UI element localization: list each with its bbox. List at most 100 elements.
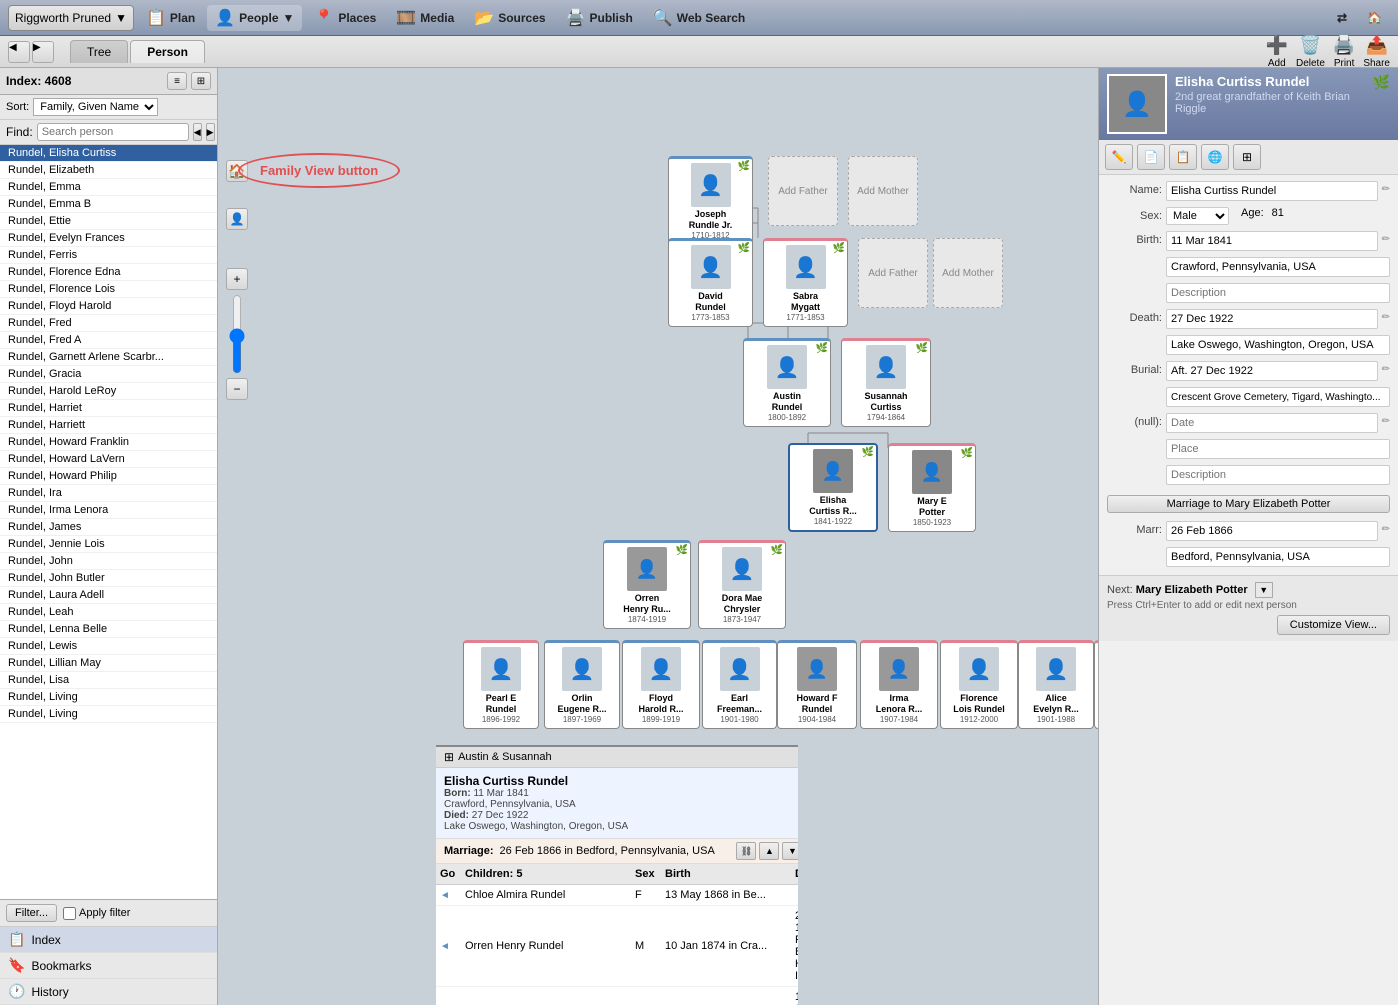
filter-button[interactable]: Filter... <box>6 904 57 922</box>
delete-button[interactable]: 🗑️ Delete <box>1296 35 1325 69</box>
places-menu[interactable]: 📍 Places <box>306 5 384 31</box>
person-floyd[interactable]: 👤 FloydHarold R... 1899-1919 <box>622 640 700 729</box>
burial-edit-icon[interactable]: ✏ <box>1382 361 1390 375</box>
person-orlin[interactable]: 👤 OrlinEugene R... 1897-1969 <box>544 640 620 729</box>
publish-menu[interactable]: 🖨️ Publish <box>558 5 641 31</box>
person-list-item[interactable]: Rundel, Jennie Lois <box>0 536 217 553</box>
back-btn[interactable]: ◀ <box>8 41 30 63</box>
person-alice[interactable]: 👤 AliceEvelyn R... 1901-1988 <box>1018 640 1094 729</box>
panel-edit-btn[interactable]: ✏️ <box>1105 144 1133 170</box>
nav-item-history[interactable]: 🕐History <box>0 979 217 1005</box>
person-list-item[interactable]: Rundel, Ferris <box>0 247 217 264</box>
person-howard-f[interactable]: 👤 Howard FRundel 1904-1984 <box>777 640 857 729</box>
person-list-item[interactable]: Rundel, Emma B <box>0 196 217 213</box>
person-florence[interactable]: 👤 FlorenceLois Rundel 1912-2000 <box>940 640 1018 729</box>
birth-date[interactable] <box>1166 231 1378 251</box>
panel-source-btn[interactable]: 📄 <box>1137 144 1165 170</box>
marr-btn3[interactable]: ▼ <box>782 842 798 860</box>
burial-date[interactable] <box>1166 361 1378 381</box>
death-place[interactable] <box>1166 335 1390 355</box>
person-list-item[interactable]: Rundel, Florence Lois <box>0 281 217 298</box>
person-joseph[interactable]: 👤 JosephRundle Jr. 1710-1812 🌿 <box>668 156 753 245</box>
person-list-item[interactable]: Rundel, Living <box>0 706 217 723</box>
person-list-item[interactable]: Rundel, Howard Philip <box>0 468 217 485</box>
add-button[interactable]: ➕ Add <box>1266 35 1288 69</box>
null-desc[interactable] <box>1166 465 1390 485</box>
panel-web-btn[interactable]: 🌐 <box>1201 144 1229 170</box>
fwd-btn[interactable]: ▶ <box>32 41 54 63</box>
person-list-item[interactable]: Rundel, Harriet <box>0 400 217 417</box>
person-orren[interactable]: 👤 OrrenHenry Ru... 1874-1919 🌿 <box>603 540 691 629</box>
burial-place[interactable] <box>1166 387 1390 407</box>
nav-item-index[interactable]: 📋Index <box>0 927 217 953</box>
marr-btn2[interactable]: ▲ <box>759 842 779 860</box>
panel-more-btn[interactable]: ⊞ <box>1233 144 1261 170</box>
add-mother-gen2r[interactable]: Add Mother <box>933 238 1003 308</box>
person-list-item[interactable]: Rundel, Irma Lenora <box>0 502 217 519</box>
share-button[interactable]: 📤 Share <box>1363 35 1390 69</box>
tab-tree[interactable]: Tree <box>70 40 128 63</box>
sort-select[interactable]: Family, Given Name <box>33 98 158 116</box>
person-david[interactable]: 👤 DavidRundel 1773-1853 🌿 <box>668 238 753 327</box>
person-list-item[interactable]: Rundel, Harold LeRoy <box>0 383 217 400</box>
child-row[interactable]: ◄ Samuel Berton Rundel M 11 Nov 1878 in … <box>436 987 798 1005</box>
person-pearl[interactable]: 👤 Pearl ERundel 1896-1992 <box>463 640 539 729</box>
child-row[interactable]: ◄ Orren Henry Rundel M 10 Jan 1874 in Cr… <box>436 906 798 987</box>
marriage-btn[interactable]: Marriage to Mary Elizabeth Potter <box>1107 495 1390 513</box>
person-list-item[interactable]: Rundel, Florence Edna <box>0 264 217 281</box>
customize-btn[interactable]: Customize View... <box>1277 615 1390 635</box>
person-list-item[interactable]: Rundel, Harriett <box>0 417 217 434</box>
sidebar-view-btn2[interactable]: ⊞ <box>191 72 211 90</box>
person-list-item[interactable]: Rundel, Leah <box>0 604 217 621</box>
birth-edit-icon[interactable]: ✏ <box>1382 231 1390 245</box>
person-austin[interactable]: 👤 AustinRundel 1800-1892 🌿 <box>743 338 831 427</box>
apply-filter-checkbox[interactable] <box>63 907 76 920</box>
null-date[interactable] <box>1166 413 1378 433</box>
person-list-item[interactable]: Rundel, Lenna Belle <box>0 621 217 638</box>
null-place[interactable] <box>1166 439 1390 459</box>
marr-place[interactable] <box>1166 547 1390 567</box>
zoom-out-btn[interactable]: − <box>226 378 248 400</box>
marr-btn1[interactable]: ⛓ <box>736 842 756 860</box>
person-list-item[interactable]: Rundel, Fred A <box>0 332 217 349</box>
search-input[interactable] <box>37 123 189 141</box>
family-view-callout[interactable]: Family View button <box>238 153 400 188</box>
name-edit-icon[interactable]: ✏ <box>1382 181 1390 195</box>
person-list-item[interactable]: Rundel, Gracia <box>0 366 217 383</box>
person-susannah[interactable]: 👤 SusannahCurtiss 1794-1864 🌿 <box>841 338 931 427</box>
null-edit-icon[interactable]: ✏ <box>1382 413 1390 427</box>
person-list-item[interactable]: Rundel, Howard Franklin <box>0 434 217 451</box>
person-list-item[interactable]: Rundel, Elisha Curtiss <box>0 145 217 162</box>
person-list-item[interactable]: Rundel, John Butler <box>0 570 217 587</box>
person-list-item[interactable]: Rundel, James <box>0 519 217 536</box>
child-row[interactable]: ◄ Chloe Almira Rundel F 13 May 1868 in B… <box>436 885 798 906</box>
name-input[interactable] <box>1166 181 1378 201</box>
home-menu-btn[interactable]: 🏠 <box>1359 5 1390 31</box>
person-dora[interactable]: 👤 Dora MaeChrysler 1873-1947 🌿 <box>698 540 786 629</box>
print-button[interactable]: 🖨️ Print <box>1333 35 1355 69</box>
nav-item-bookmarks[interactable]: 🔖Bookmarks <box>0 953 217 979</box>
person-list-item[interactable]: Rundel, John <box>0 553 217 570</box>
person-list-item[interactable]: Rundel, Laura Adell <box>0 587 217 604</box>
tree-nav-person[interactable]: 👤 <box>226 208 248 230</box>
person-mary-e[interactable]: 👤 Mary EPotter 1850-1923 🌿 <box>888 443 976 532</box>
person-list-item[interactable]: Rundel, Lillian May <box>0 655 217 672</box>
person-irma[interactable]: 👤 IrmaLenora R... 1907-1984 <box>860 640 938 729</box>
death-date[interactable] <box>1166 309 1378 329</box>
websearch-menu[interactable]: 🔍 Web Search <box>645 5 753 31</box>
person-list-item[interactable]: Rundel, Fred <box>0 315 217 332</box>
person-list-item[interactable]: Rundel, Lisa <box>0 672 217 689</box>
person-earl[interactable]: 👤 EarlFreeman... 1901-1980 <box>702 640 777 729</box>
person-list-item[interactable]: Rundel, Lewis <box>0 638 217 655</box>
sources-menu[interactable]: 📂 Sources <box>466 5 553 31</box>
zoom-slider[interactable] <box>227 294 247 374</box>
person-list-item[interactable]: Rundel, Ira <box>0 485 217 502</box>
sidebar-view-btn1[interactable]: ≡ <box>167 72 187 90</box>
sex-select[interactable]: MaleFemale <box>1166 207 1229 225</box>
person-sabra[interactable]: 👤 SabraMygatt 1771-1853 🌿 <box>763 238 848 327</box>
add-father-gen3[interactable]: Add Father <box>768 156 838 226</box>
person-list-item[interactable]: Rundel, Living <box>0 689 217 706</box>
apply-filter-label[interactable]: Apply filter <box>63 907 130 920</box>
person-list-item[interactable]: Rundel, Evelyn Frances <box>0 230 217 247</box>
birth-desc[interactable] <box>1166 283 1390 303</box>
